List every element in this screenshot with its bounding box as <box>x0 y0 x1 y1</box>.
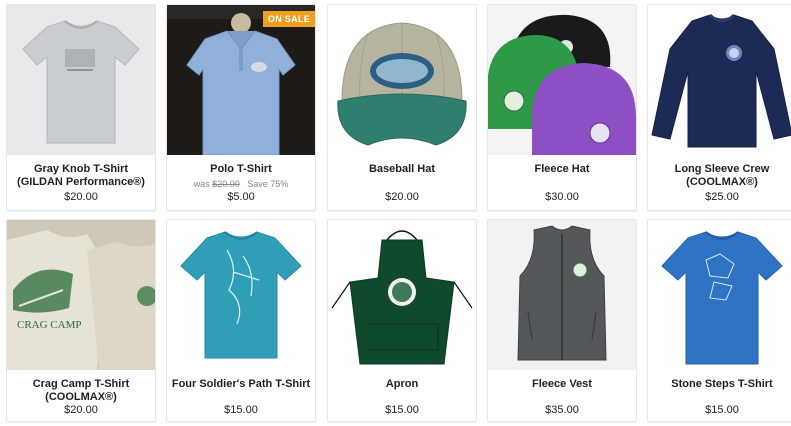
discount-label: Save 75% <box>247 179 289 189</box>
product-price: $35.00 <box>545 404 579 416</box>
product-image[interactable] <box>648 5 791 155</box>
product-card-crag-camp-tshirt[interactable]: CRAG CAMP Crag Camp T-Shirt (COOLMAX®) $… <box>6 219 156 422</box>
product-image[interactable] <box>328 5 476 155</box>
product-price: $15.00 <box>385 404 419 416</box>
product-title[interactable]: Stone Steps T-Shirt <box>652 378 791 391</box>
product-title[interactable]: Baseball Hat <box>332 163 472 176</box>
on-sale-badge: ON SALE <box>262 11 315 27</box>
svg-text:CRAG CAMP: CRAG CAMP <box>17 319 82 331</box>
product-price: $30.00 <box>545 191 579 203</box>
product-title[interactable]: Four Soldier's Path T-Shirt <box>171 378 311 391</box>
product-title[interactable]: Crag Camp T-Shirt (COOLMAX®) <box>11 378 151 404</box>
product-image[interactable]: CRAG CAMP <box>7 220 155 370</box>
product-card-fleece-hat[interactable]: Fleece Hat $30.00 <box>487 4 637 211</box>
product-grid: Gray Knob T-Shirt (GILDAN Performance®) … <box>0 0 791 426</box>
product-card-polo-tshirt[interactable]: ON SALE Polo T-Shirt was $20.00 Save 75%… <box>166 4 316 211</box>
product-price: $25.00 <box>705 191 739 203</box>
product-title[interactable]: Long Sleeve Crew (COOLMAX®) <box>652 163 791 189</box>
product-image[interactable] <box>488 220 636 370</box>
product-image[interactable] <box>167 220 315 370</box>
product-price: $15.00 <box>705 404 739 416</box>
product-card-long-sleeve-crew[interactable]: Long Sleeve Crew (COOLMAX®) $25.00 <box>647 4 791 211</box>
product-price: $5.00 <box>227 191 255 203</box>
product-card-gray-knob-tshirt[interactable]: Gray Knob T-Shirt (GILDAN Performance®) … <box>6 4 156 211</box>
product-image[interactable] <box>488 5 636 155</box>
was-label: was <box>193 179 210 189</box>
product-image[interactable] <box>328 220 476 370</box>
product-title[interactable]: Fleece Vest <box>492 378 632 391</box>
original-price-row: was $20.00 Save 75% <box>167 179 315 189</box>
product-image[interactable] <box>167 5 315 155</box>
product-card-four-soldiers-path-tshirt[interactable]: Four Soldier's Path T-Shirt $15.00 <box>166 219 316 422</box>
product-image[interactable] <box>648 220 791 370</box>
product-card-fleece-vest[interactable]: Fleece Vest $35.00 <box>487 219 637 422</box>
product-price: $20.00 <box>64 191 98 203</box>
product-price: $20.00 <box>385 191 419 203</box>
original-price: $20.00 <box>212 179 240 189</box>
product-card-baseball-hat[interactable]: Baseball Hat $20.00 <box>327 4 477 211</box>
product-title[interactable]: Fleece Hat <box>492 163 632 176</box>
product-image[interactable] <box>7 5 155 155</box>
product-price: $20.00 <box>64 404 98 416</box>
product-title[interactable]: Apron <box>332 378 472 391</box>
product-card-stone-steps-tshirt[interactable]: Stone Steps T-Shirt $15.00 <box>647 219 791 422</box>
product-card-apron[interactable]: Apron $15.00 <box>327 219 477 422</box>
product-title[interactable]: Gray Knob T-Shirt (GILDAN Performance®) <box>11 163 151 189</box>
product-title[interactable]: Polo T-Shirt <box>171 163 311 176</box>
product-price: $15.00 <box>224 404 258 416</box>
